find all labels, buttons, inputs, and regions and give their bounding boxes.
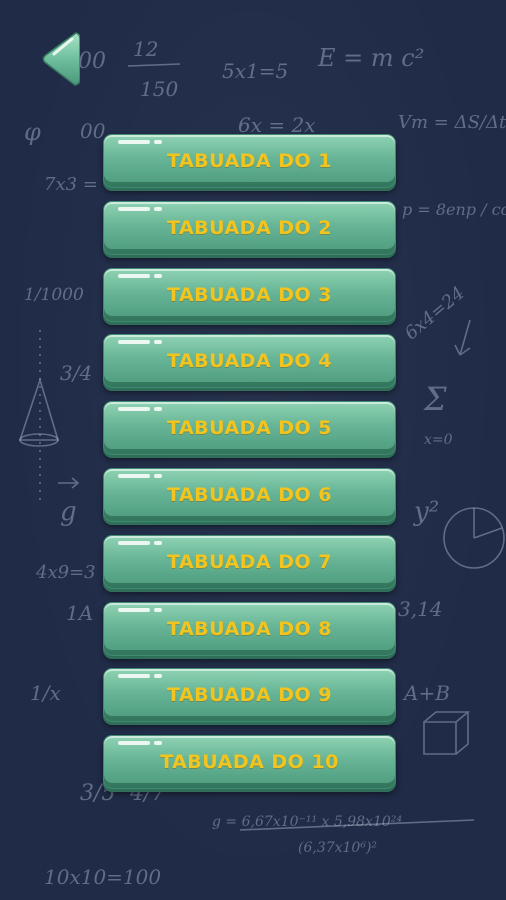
button-label: TABUADA DO 8 xyxy=(166,617,333,640)
table-1-button[interactable]: TABUADA DO 1 xyxy=(103,134,396,188)
table-9-button[interactable]: TABUADA DO 9 xyxy=(103,668,396,723)
button-label: TABUADA DO 2 xyxy=(166,216,333,239)
table-7-button[interactable]: TABUADA DO 7 xyxy=(103,534,396,589)
table-6-button[interactable]: TABUADA DO 6 xyxy=(103,467,396,522)
table-4-button[interactable]: TABUADA DO 4 xyxy=(103,334,396,389)
table-5-button[interactable]: TABUADA DO 5 xyxy=(103,401,396,456)
multiplication-table-menu: TABUADA DO 1 TABUADA DO 2 TABUADA DO 3 T… xyxy=(103,134,396,802)
table-3-button[interactable]: TABUADA DO 3 xyxy=(103,267,396,322)
button-label: TABUADA DO 9 xyxy=(166,684,333,707)
table-10-button[interactable]: TABUADA DO 10 xyxy=(103,735,396,790)
table-8-button[interactable]: TABUADA DO 8 xyxy=(103,601,396,656)
table-2-button[interactable]: TABUADA DO 2 xyxy=(103,200,396,255)
back-arrow-icon xyxy=(42,32,81,86)
button-label: TABUADA DO 10 xyxy=(160,751,339,774)
button-label: TABUADA DO 3 xyxy=(166,283,333,306)
button-label: TABUADA DO 5 xyxy=(166,417,333,440)
button-label: TABUADA DO 7 xyxy=(166,550,333,573)
button-label: TABUADA DO 1 xyxy=(166,150,333,172)
button-label: TABUADA DO 4 xyxy=(166,350,333,373)
button-label: TABUADA DO 6 xyxy=(166,483,333,506)
back-button[interactable] xyxy=(40,30,81,88)
